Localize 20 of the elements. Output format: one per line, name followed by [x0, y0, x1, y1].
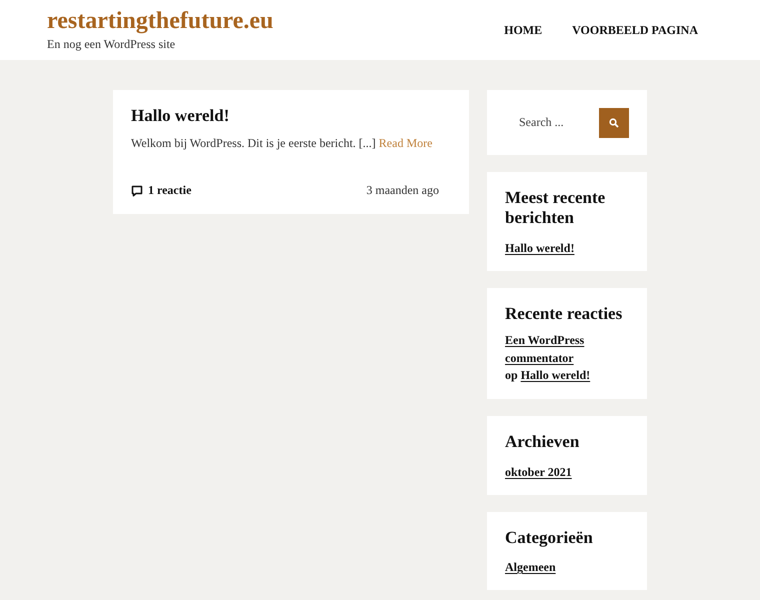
widget-title: Meest recente berichten	[505, 188, 606, 229]
comment-post-link[interactable]: Hallo wereld!	[520, 368, 590, 382]
widget-title: Categorieën	[505, 528, 594, 548]
comment-count-link[interactable]: 1 reactie	[148, 183, 192, 198]
widget-title: Archieven	[505, 432, 580, 453]
nav-link[interactable]: HOME	[504, 22, 542, 38]
site-title[interactable]: restartingthefuture.eu	[47, 8, 274, 32]
widget-link[interactable]: Algemeen	[505, 560, 556, 574]
search-icon	[609, 118, 619, 128]
recent-comment: Een WordPress commentator op Hallo wereld!	[505, 332, 629, 384]
post-title[interactable]: Hallo wereld!	[131, 106, 439, 126]
search-button[interactable]	[599, 108, 629, 138]
widget-title: Recente reacties	[505, 304, 624, 324]
site-tagline: En nog een WordPress site	[47, 36, 176, 52]
widget-link[interactable]: Hallo wereld!	[505, 240, 574, 255]
comment-icon	[131, 184, 143, 196]
post-excerpt: Welkom bij WordPress. Dit is je eerste bericht. [...]	[131, 136, 376, 150]
post-date: 3 maanden ago	[366, 183, 439, 198]
widget-link[interactable]: oktober 2021	[505, 464, 572, 479]
nav-link[interactable]: VOORBEELD PAGINA	[572, 22, 698, 38]
